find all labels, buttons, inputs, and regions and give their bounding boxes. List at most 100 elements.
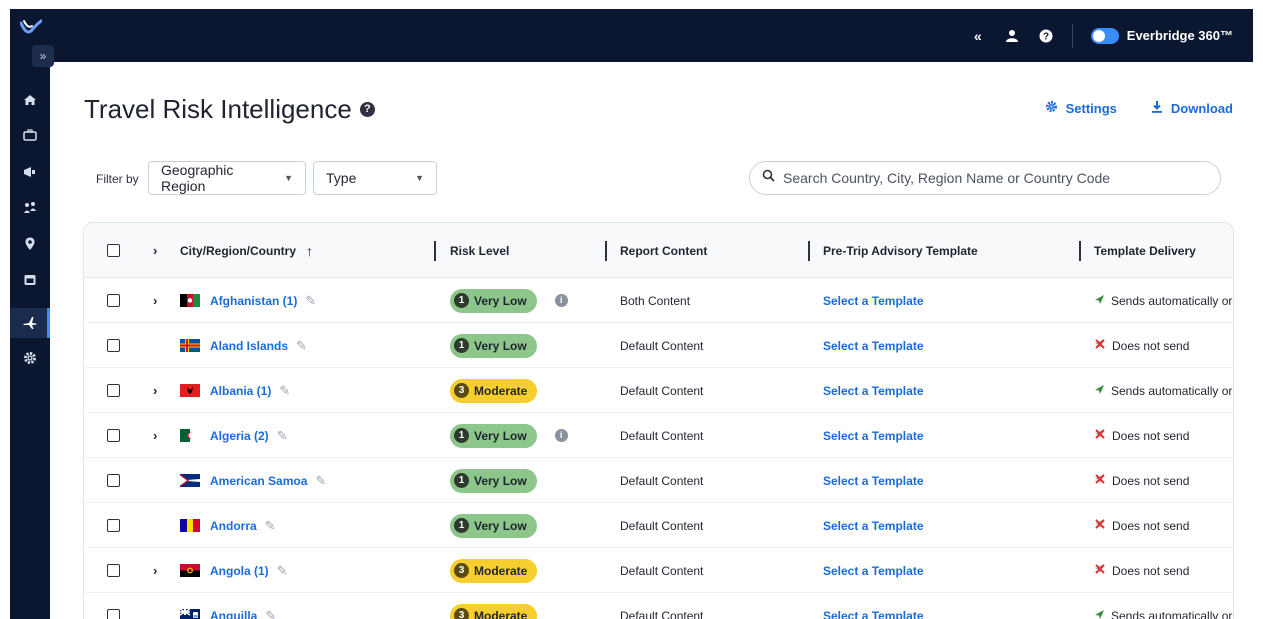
select-all-checkbox-cell [107,223,120,278]
select-template-link[interactable]: Select a Template [823,564,924,578]
pencil-edit-icon[interactable]: ✎ [277,428,288,444]
country-name-link[interactable]: Anguilla [210,609,257,619]
brand-toggle[interactable] [1090,27,1119,44]
country-name-link[interactable]: Afghanistan (1) [210,294,297,308]
chevron-right-icon[interactable]: › [153,563,157,578]
info-icon[interactable]: i [554,429,568,442]
page-title-text: Travel Risk Intelligence [84,94,352,124]
sidebar-expand-button[interactable]: » [32,45,54,67]
chevron-right-icon[interactable]: › [153,293,157,308]
everbridge-logo-icon[interactable] [19,19,43,37]
type-select[interactable]: Type ▼ [313,161,437,195]
location-cell: Aland Islands ✎ [180,323,307,368]
row-checkbox[interactable] [107,519,120,532]
table-row[interactable]: › Afghanistan (1) ✎ 1 Very Low i Both Content S… [84,278,1233,323]
search-input[interactable] [783,170,1203,186]
country-flag-icon [180,384,200,397]
table-header: › City/Region/Country ↑ Risk Level Repor… [84,223,1233,278]
select-template-link[interactable]: Select a Template [823,339,924,353]
user-icon[interactable] [1004,28,1020,44]
column-header-template[interactable]: Pre-Trip Advisory Template [823,223,978,278]
expand-all-cell: › [153,223,157,278]
report-content-text: Both Content [620,293,691,308]
search-box[interactable] [749,161,1221,195]
template-cell: Select a Template [823,413,924,458]
delivery-cell: Sends automatically or [1094,368,1232,413]
select-all-checkbox[interactable] [107,244,120,257]
airplane-icon[interactable] [22,315,38,331]
people-icon[interactable] [22,200,38,216]
gear-icon[interactable] [22,350,38,366]
country-name-link[interactable]: Angola (1) [210,564,269,578]
pencil-edit-icon[interactable]: ✎ [265,608,276,619]
row-checkbox[interactable] [107,474,120,487]
table-row[interactable]: › Albania (1) ✎ 3 Moderate Default Content Sel… [84,368,1233,413]
column-header-report[interactable]: Report Content [620,223,707,278]
row-checkbox[interactable] [107,429,120,442]
pencil-edit-icon[interactable]: ✎ [315,473,326,489]
pencil-edit-icon[interactable]: ✎ [296,338,307,354]
pencil-edit-icon[interactable]: ✎ [265,518,276,534]
home-icon[interactable] [22,92,38,108]
risk-level-cell: 3 Moderate [450,368,538,413]
row-checkbox[interactable] [107,384,120,397]
select-template-link[interactable]: Select a Template [823,474,924,488]
country-name-link[interactable]: Albania (1) [210,384,271,398]
info-icon[interactable]: i [554,294,568,307]
select-template-link[interactable]: Select a Template [823,519,924,533]
pencil-edit-icon[interactable]: ✎ [305,293,316,309]
settings-button[interactable]: Settings [1045,100,1117,116]
column-resize-handle[interactable] [808,241,810,261]
country-name-link[interactable]: Aland Islands [210,339,288,353]
row-checkbox[interactable] [107,609,120,619]
table-row[interactable]: American Samoa ✎ 1 Very Low Default Content S… [84,458,1233,503]
column-header-location[interactable]: City/Region/Country ↑ [180,223,313,278]
double-chevron-left-icon[interactable]: « [970,28,986,44]
calendar-icon[interactable] [22,272,38,288]
column-header-risk[interactable]: Risk Level [450,223,509,278]
pencil-edit-icon[interactable]: ✎ [279,383,290,399]
select-template-link[interactable]: Select a Template [823,384,924,398]
report-content-text: Default Content [620,608,704,619]
location-pin-icon[interactable] [22,236,38,252]
select-template-link[interactable]: Select a Template [823,429,924,443]
report-content-cell: Both Content [620,278,690,323]
delivery-cell: Does not send [1094,323,1189,368]
table-row[interactable]: Andorra ✎ 1 Very Low Default Content Select a… [84,503,1233,548]
column-header-delivery[interactable]: Template Delivery [1094,223,1196,278]
row-checkbox[interactable] [107,564,120,577]
select-template-link[interactable]: Select a Template [823,294,924,308]
row-checkbox[interactable] [107,339,120,352]
risk-table: › City/Region/Country ↑ Risk Level Repor… [83,222,1234,619]
download-icon [1151,100,1163,116]
briefcase-icon[interactable] [22,127,38,143]
pencil-edit-icon[interactable]: ✎ [277,563,288,579]
table-row[interactable]: Anguilla ✎ 3 Moderate Default Content Select … [84,593,1233,619]
chevron-right-icon[interactable]: › [153,243,157,258]
table-row[interactable]: Aland Islands ✎ 1 Very Low Default Content Se… [84,323,1233,368]
geographic-region-select[interactable]: Geographic Region ▼ [148,161,306,195]
column-resize-handle[interactable] [605,241,607,261]
sort-arrow-up-icon[interactable]: ↑ [306,243,313,259]
country-name-link[interactable]: American Samoa [210,474,307,488]
delivery-cell: Does not send [1094,503,1189,548]
table-row[interactable]: › Algeria (2) ✎ 1 Very Low i Default Content Se… [84,413,1233,458]
megaphone-icon[interactable] [22,164,38,180]
risk-level-number: 1 [454,293,469,308]
country-name-link[interactable]: Andorra [210,519,257,533]
row-checkbox[interactable] [107,294,120,307]
delivery-text: Does not send [1112,338,1190,353]
select-template-link[interactable]: Select a Template [823,609,924,619]
country-name-link[interactable]: Algeria (2) [210,429,269,443]
report-content-text: Default Content [620,428,704,443]
column-resize-handle[interactable] [434,241,436,261]
table-row[interactable]: › Angola (1) ✎ 3 Moderate Default Content Sele… [84,548,1233,593]
delivery-text: Sends automatically or [1111,293,1233,308]
chevron-right-icon[interactable]: › [153,428,157,443]
download-button[interactable]: Download [1151,100,1233,116]
help-circle-icon[interactable]: ? [359,102,375,117]
brand-switch[interactable]: Everbridge 360™ [1090,27,1233,44]
chevron-right-icon[interactable]: › [153,383,157,398]
column-resize-handle[interactable] [1079,241,1081,261]
help-icon[interactable]: ? [1038,28,1054,44]
